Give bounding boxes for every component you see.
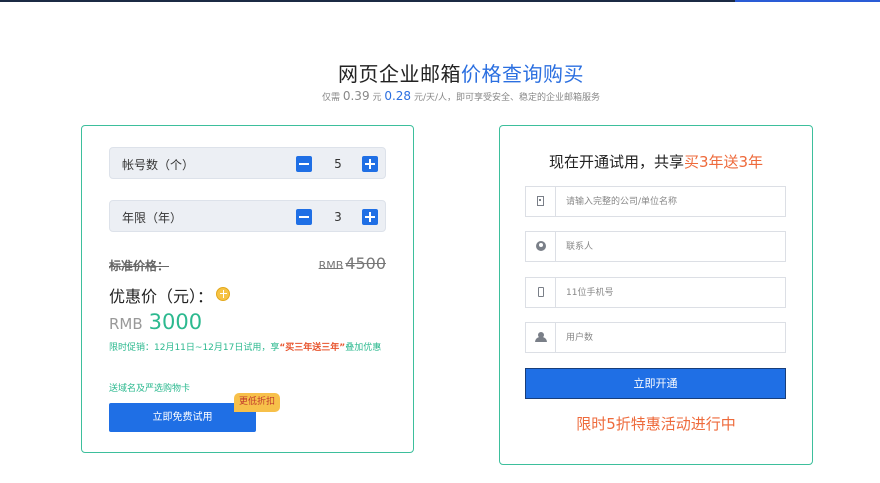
subtitle-unit: 元 bbox=[372, 93, 382, 103]
minus-icon bbox=[299, 163, 309, 165]
promo-text-suffix: 叠加优惠 bbox=[345, 343, 382, 353]
plus-icon-vertical bbox=[369, 159, 371, 169]
phone-field-icon-box bbox=[526, 278, 556, 307]
building-icon bbox=[537, 196, 544, 206]
group-icon bbox=[535, 332, 547, 342]
plus-icon-vertical bbox=[369, 212, 371, 222]
users-field bbox=[525, 322, 786, 353]
price-calculator-card: 帐号数（个） 5 年限（年） 3 标准价格： RMB 4500 优惠价（元）： R… bbox=[81, 125, 414, 453]
subtitle-suffix: 元/天/人，即可享受安全、稳定的企业邮箱服务 bbox=[413, 93, 601, 103]
signup-title: 现在开通试用，共享买3年送3年 bbox=[500, 151, 812, 172]
accounts-value[interactable]: 5 bbox=[318, 156, 358, 172]
years-label: 年限（年） bbox=[122, 211, 183, 225]
accounts-row: 帐号数（个） 5 bbox=[109, 147, 386, 179]
promo-price-amount: 3000 bbox=[148, 310, 203, 334]
accounts-plus-button[interactable] bbox=[362, 156, 378, 172]
page-title-main: 网页企业邮箱 bbox=[338, 62, 461, 86]
price-per-day-b: 0.28 bbox=[384, 89, 412, 103]
signup-title-highlight: 买3年送3年 bbox=[683, 153, 764, 171]
years-value[interactable]: 3 bbox=[318, 209, 358, 225]
price-per-day-a: 0.39 bbox=[342, 89, 370, 103]
promo-description: 限时促销：12月11日~12月17日试用，享“买三年送三年”叠加优惠 bbox=[109, 340, 389, 356]
promo-text-highlight: “买三年送三年” bbox=[279, 343, 346, 353]
standard-price-label: 标准价格： bbox=[109, 259, 170, 273]
standard-price-currency: RMB bbox=[318, 259, 344, 272]
gift-text: 送域名及严选购物卡 bbox=[109, 384, 191, 394]
company-field bbox=[525, 186, 786, 217]
limited-offer-text: 限时5折特惠活动进行中 bbox=[576, 415, 736, 433]
promo-text-prefix: 限时促销：12月11日~12月17日试用，享 bbox=[109, 343, 280, 353]
standard-price: RMB 4500 bbox=[319, 254, 386, 273]
user-icon bbox=[536, 241, 546, 251]
years-minus-button[interactable] bbox=[296, 209, 312, 225]
page-title: 网页企业邮箱价格查询购买 bbox=[0, 58, 880, 87]
discount-badge: 更低折扣 bbox=[234, 393, 280, 412]
phone-input[interactable] bbox=[557, 278, 785, 307]
contact-field bbox=[525, 231, 786, 262]
phone-field bbox=[525, 277, 786, 308]
coin-icon bbox=[216, 287, 230, 301]
accounts-stepper: 5 bbox=[296, 156, 382, 172]
contact-field-icon-box bbox=[526, 232, 556, 261]
signup-card: 现在开通试用，共享买3年送3年 立即开通 限时5折特惠活动进行中 bbox=[499, 125, 813, 465]
page-subtitle: 仅需 0.39 元 0.28 元/天/人，即可享受安全、稳定的企业邮箱服务 bbox=[0, 89, 880, 103]
standard-price-amount: 4500 bbox=[345, 254, 386, 273]
open-now-button[interactable]: 立即开通 bbox=[525, 368, 786, 399]
minus-icon bbox=[299, 216, 309, 218]
users-field-icon-box bbox=[526, 323, 556, 352]
promo-price: RMB 3000 bbox=[109, 310, 202, 334]
accounts-minus-button[interactable] bbox=[296, 156, 312, 172]
page-title-highlight: 价格查询购买 bbox=[461, 62, 584, 86]
contact-input[interactable] bbox=[557, 232, 785, 261]
users-input[interactable] bbox=[557, 323, 785, 352]
phone-icon bbox=[538, 287, 544, 297]
promo-price-currency: RMB bbox=[109, 315, 143, 333]
promo-price-label: 优惠价（元）： bbox=[109, 287, 214, 306]
years-row: 年限（年） 3 bbox=[109, 200, 386, 232]
years-plus-button[interactable] bbox=[362, 209, 378, 225]
company-field-icon-box bbox=[526, 187, 556, 216]
top-bar-accent bbox=[735, 0, 880, 2]
subtitle-prefix: 仅需 bbox=[321, 93, 340, 103]
accounts-label: 帐号数（个） bbox=[122, 158, 195, 172]
signup-title-prefix: 现在开通试用，共享 bbox=[548, 153, 684, 171]
company-input[interactable] bbox=[557, 187, 785, 216]
years-stepper: 3 bbox=[296, 209, 382, 225]
